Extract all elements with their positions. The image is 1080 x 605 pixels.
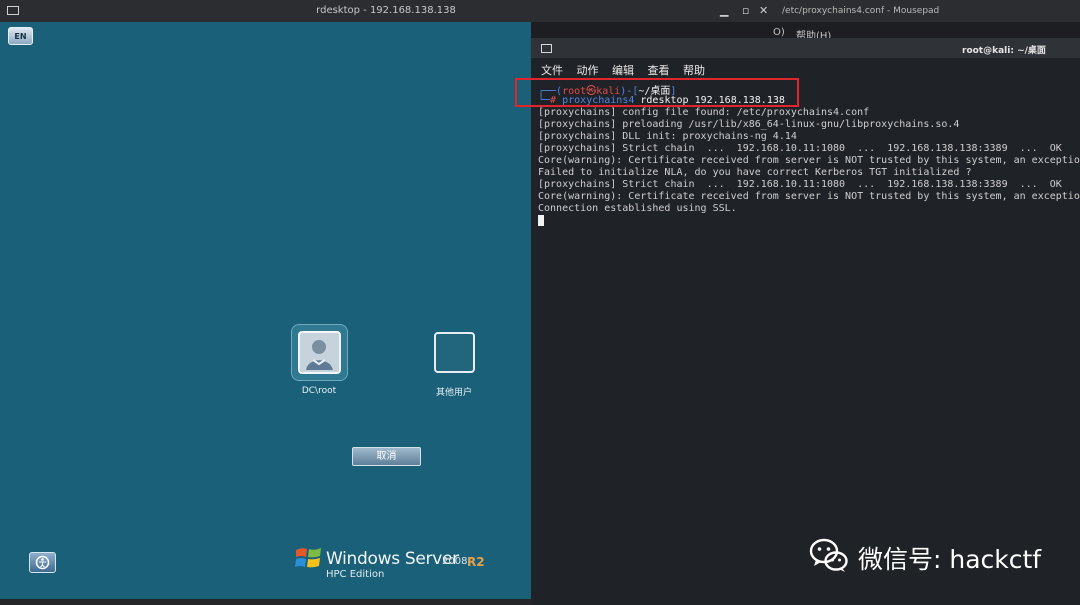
windows-flag-icon [294, 544, 324, 576]
terminal-menubar: 文件 动作 编辑 查看 帮助 [541, 62, 715, 78]
terminal-output-line: Core(warning): Certificate received from… [538, 155, 1080, 166]
ease-of-access-button[interactable] [29, 552, 56, 573]
menu-view[interactable]: 查看 [648, 64, 670, 77]
mousepad-menu-fragment[interactable]: O) [773, 27, 785, 38]
highlight-box [515, 78, 799, 107]
terminal-output-line: [proxychains] Strict chain ... 192.168.1… [538, 143, 1062, 154]
menu-action[interactable]: 动作 [577, 64, 599, 77]
user-label-root[interactable]: DC\root [274, 386, 364, 396]
terminal-output-line: [proxychains] config file found: /etc/pr… [538, 107, 870, 118]
ease-of-access-icon [35, 555, 50, 570]
terminal-window-title: root@kali: ~/桌面 [962, 46, 1046, 56]
user-avatar-icon[interactable] [298, 331, 341, 374]
rdesktop-window-title: rdesktop - 192.168.138.138 [316, 5, 456, 16]
rdesktop-titlebar[interactable]: rdesktop - 192.168.138.138 [0, 0, 772, 22]
terminal-output-line: [proxychains] DLL init: proxychains-ng 4… [538, 131, 797, 142]
wechat-icon [808, 534, 850, 576]
terminal-output-line: [proxychains] Strict chain ... 192.168.1… [538, 179, 1062, 190]
mousepad-window-title: /etc/proxychains4.conf - Mousepad [782, 6, 940, 16]
minimize-icon[interactable]: ▁ [720, 4, 728, 17]
menu-edit[interactable]: 编辑 [612, 64, 634, 77]
menu-help[interactable]: 帮助 [683, 64, 705, 77]
terminal-output-line: Connection established using SSL. [538, 203, 737, 214]
terminal-cursor [538, 215, 544, 226]
windows-server-release: R2 [467, 555, 485, 569]
cancel-button[interactable]: 取消 [352, 447, 421, 466]
terminal-output-line: [proxychains] preloading /usr/lib/x86_64… [538, 119, 960, 130]
windows-server-version: 2008 [442, 556, 468, 567]
window-app-icon[interactable] [7, 6, 19, 15]
menu-file[interactable]: 文件 [541, 64, 563, 77]
terminal-icon[interactable] [541, 44, 552, 53]
windows-server-brand: Windows Server [326, 549, 459, 569]
terminal-output-line: Core(warning): Certificate received from… [538, 191, 1080, 202]
windows-server-edition: HPC Edition [326, 569, 385, 580]
rdesktop-bottom-border [0, 599, 531, 605]
user-label-other[interactable]: 其他用户 [409, 385, 499, 398]
maximize-icon[interactable]: ▫ [742, 4, 749, 17]
user-tile-other[interactable] [434, 332, 475, 373]
watermark-text: 微信号: hackctf [858, 545, 1042, 574]
ime-indicator-button[interactable]: EN [8, 27, 33, 45]
remote-desktop-area[interactable] [0, 22, 531, 605]
close-icon[interactable]: ✕ [759, 4, 768, 17]
terminal-output-line: Failed to initialize NLA, do you have co… [538, 167, 972, 178]
